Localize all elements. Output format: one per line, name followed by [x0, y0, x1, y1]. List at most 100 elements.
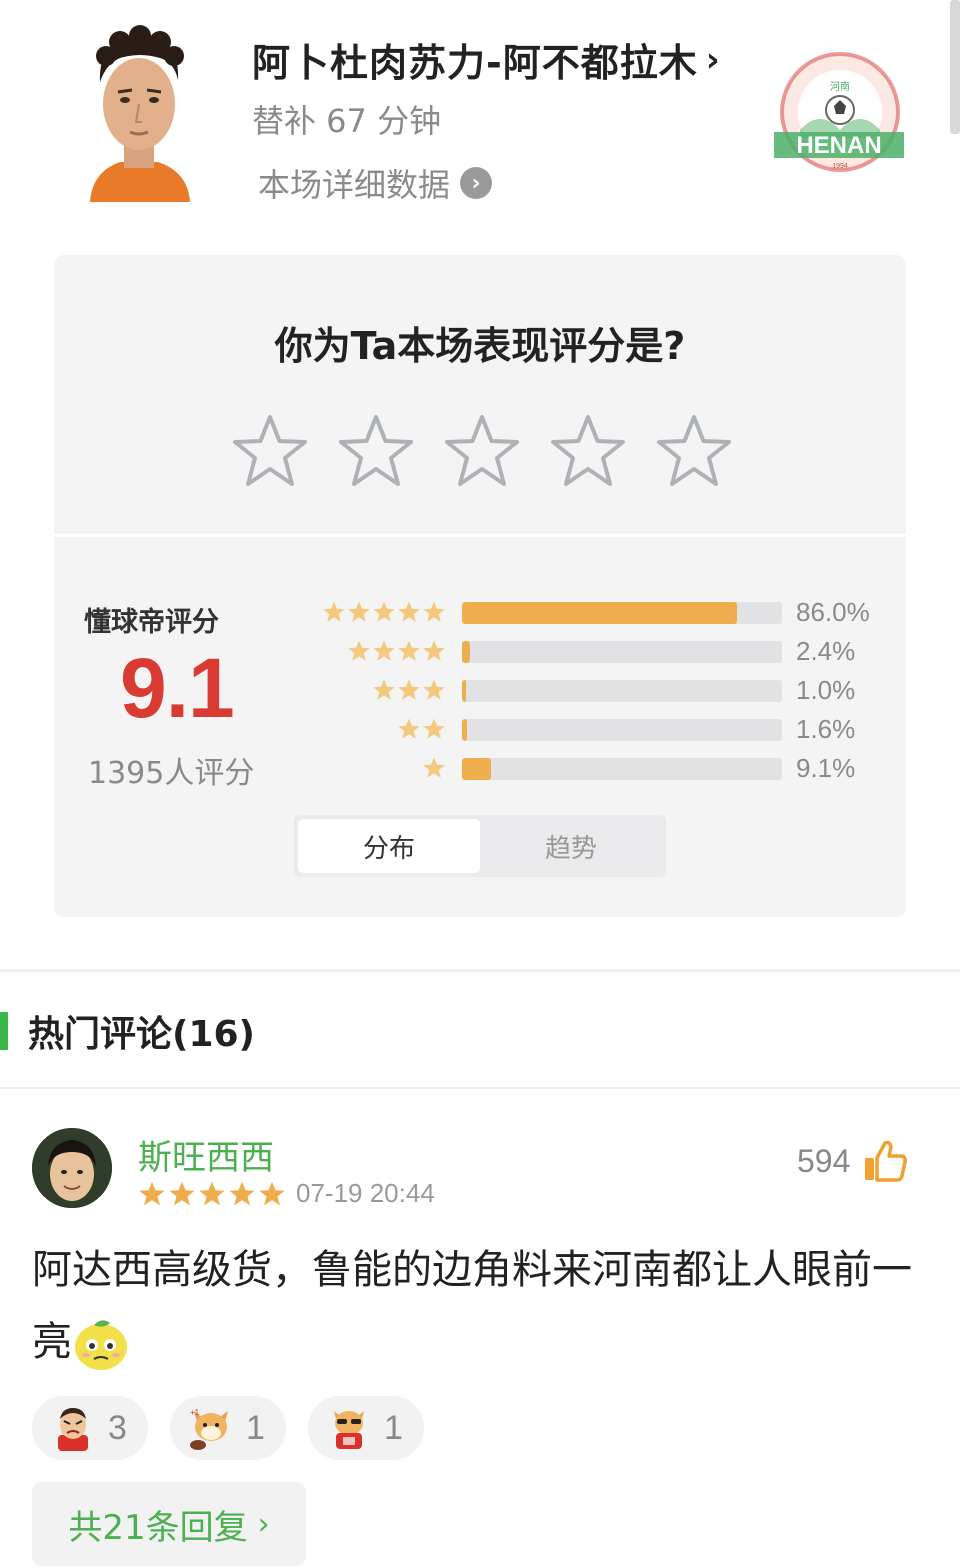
tab-distribution[interactable]: 分布 — [298, 819, 480, 873]
svg-text:1994: 1994 — [832, 163, 848, 170]
star-icon — [348, 640, 370, 661]
player-photo — [80, 22, 198, 202]
rate-star-4-icon[interactable] — [550, 413, 626, 489]
star-icon — [259, 1181, 285, 1206]
substitute-minutes: 替补 67 分钟 — [252, 102, 442, 140]
star-icon — [398, 679, 420, 700]
svg-text:HENAN: HENAN — [796, 132, 881, 159]
reaction-shiba-dog[interactable]: +1 1 — [170, 1396, 286, 1460]
comments-divider — [0, 1087, 960, 1089]
chevron-right-circle-icon: › — [460, 167, 493, 199]
rate-star-5-icon[interactable] — [656, 413, 732, 489]
rating-stars-input — [232, 413, 732, 489]
distribution-bar — [462, 602, 738, 624]
rating-distribution: 86.0% 2.4% 1.0% 1.6% 9.1% — [316, 597, 886, 792]
average-score: 9.1 — [120, 641, 235, 735]
star-icon — [169, 1181, 195, 1206]
card-divider — [54, 534, 906, 537]
shiba-dog-icon: +1 — [190, 1408, 228, 1450]
star-icon — [423, 679, 445, 700]
distribution-stars — [322, 600, 446, 624]
rate-star-2-icon[interactable] — [338, 413, 414, 489]
lemon-emoji-icon — [75, 1320, 127, 1370]
distribution-bar — [462, 680, 466, 702]
reaction-count: 1 — [246, 1408, 265, 1447]
star-icon — [229, 1181, 255, 1206]
rating-card: 你为Ta本场表现评分是? 懂球帝评分 9.1 1395人评分 86.0% 2.4%… — [54, 255, 906, 917]
rating-question: 你为Ta本场表现评分是? — [274, 324, 686, 368]
like-count: 594 — [797, 1143, 851, 1179]
distribution-row: 86.0% — [316, 597, 886, 636]
star-icon — [423, 601, 445, 622]
star-icon — [423, 718, 445, 739]
distribution-row: 2.4% — [316, 636, 886, 675]
comment-rating-stars — [138, 1180, 286, 1208]
distribution-stars — [397, 717, 446, 741]
rate-star-3-icon[interactable] — [444, 413, 520, 489]
distribution-bar-track — [462, 641, 782, 663]
player-name: 阿卜杜肉苏力-阿不都拉木 — [252, 41, 698, 85]
star-icon — [373, 640, 395, 661]
thumbs-up-icon[interactable] — [862, 1138, 908, 1184]
score-label: 懂球帝评分 — [84, 607, 219, 638]
comment-text: 阿达西高级货，鲁能的边角料来河南都让人眼前一亮 — [32, 1247, 912, 1365]
distribution-percent: 9.1% — [796, 753, 856, 783]
distribution-bar-track — [462, 680, 782, 702]
angry-man-icon — [58, 1408, 88, 1451]
distribution-stars — [347, 639, 446, 663]
reaction-cool-dog[interactable]: 1 — [308, 1396, 424, 1460]
reaction-count: 3 — [108, 1408, 127, 1447]
distribution-stars — [422, 756, 446, 780]
section-divider — [0, 969, 960, 972]
svg-text:+1: +1 — [190, 1408, 200, 1417]
distribution-percent: 2.4% — [796, 636, 856, 666]
chevron-right-icon: › — [257, 1506, 270, 1542]
distribution-percent: 1.6% — [796, 714, 856, 744]
reaction-count: 1 — [384, 1408, 403, 1447]
distribution-row: 9.1% — [316, 753, 886, 792]
rate-star-1-icon[interactable] — [232, 413, 308, 489]
star-icon — [423, 757, 445, 778]
comment-body: 阿达西高级货，鲁能的边角料来河南都让人眼前一亮 — [32, 1234, 932, 1378]
comment-username[interactable]: 斯旺西西 — [138, 1130, 274, 1179]
comments-title: 热门评论(16) — [28, 1014, 256, 1055]
chevron-right-icon: › — [705, 39, 720, 80]
match-detail-label: 本场详细数据 — [258, 166, 451, 204]
svg-text:河南: 河南 — [830, 80, 850, 93]
star-icon — [348, 601, 370, 622]
distribution-row: 1.0% — [316, 675, 886, 714]
distribution-percent: 1.0% — [796, 675, 856, 705]
distribution-bar-track — [462, 719, 782, 741]
distribution-bar-track — [462, 758, 782, 780]
view-replies-button[interactable]: 共21条回复 › — [32, 1482, 306, 1566]
star-icon — [398, 718, 420, 739]
match-detail-link[interactable]: 本场详细数据 › — [258, 160, 493, 206]
cool-dog-icon — [334, 1411, 364, 1449]
reaction-angry-man[interactable]: 3 — [32, 1396, 148, 1460]
rating-count: 1395人评分 — [88, 756, 255, 791]
section-accent-bar — [0, 1012, 8, 1050]
comments-header: 热门评论(16) — [0, 1010, 255, 1055]
star-icon — [423, 640, 445, 661]
replies-label: 共21条回复 — [68, 1507, 248, 1548]
distribution-bar — [462, 641, 470, 663]
club-logo[interactable]: 河南 HENAN 1994 — [772, 52, 908, 176]
star-icon — [139, 1181, 165, 1206]
distribution-row: 1.6% — [316, 714, 886, 753]
star-icon — [373, 601, 395, 622]
distribution-bar — [462, 758, 492, 780]
distribution-percent: 86.0% — [796, 597, 870, 627]
player-name-link[interactable]: 阿卜杜肉苏力-阿不都拉木 › — [252, 32, 720, 87]
reactions-bar: 3 +1 1 1 — [32, 1396, 424, 1460]
star-icon — [398, 601, 420, 622]
distribution-bar-track — [462, 602, 782, 624]
star-icon — [323, 601, 345, 622]
view-toggle: 分布 趋势 — [294, 815, 666, 877]
avatar[interactable] — [32, 1128, 112, 1208]
comment-time: 07-19 20:44 — [296, 1178, 435, 1208]
distribution-bar — [462, 719, 468, 741]
star-icon — [199, 1181, 225, 1206]
distribution-stars — [372, 678, 446, 702]
star-icon — [373, 679, 395, 700]
tab-trend[interactable]: 趋势 — [480, 819, 662, 873]
